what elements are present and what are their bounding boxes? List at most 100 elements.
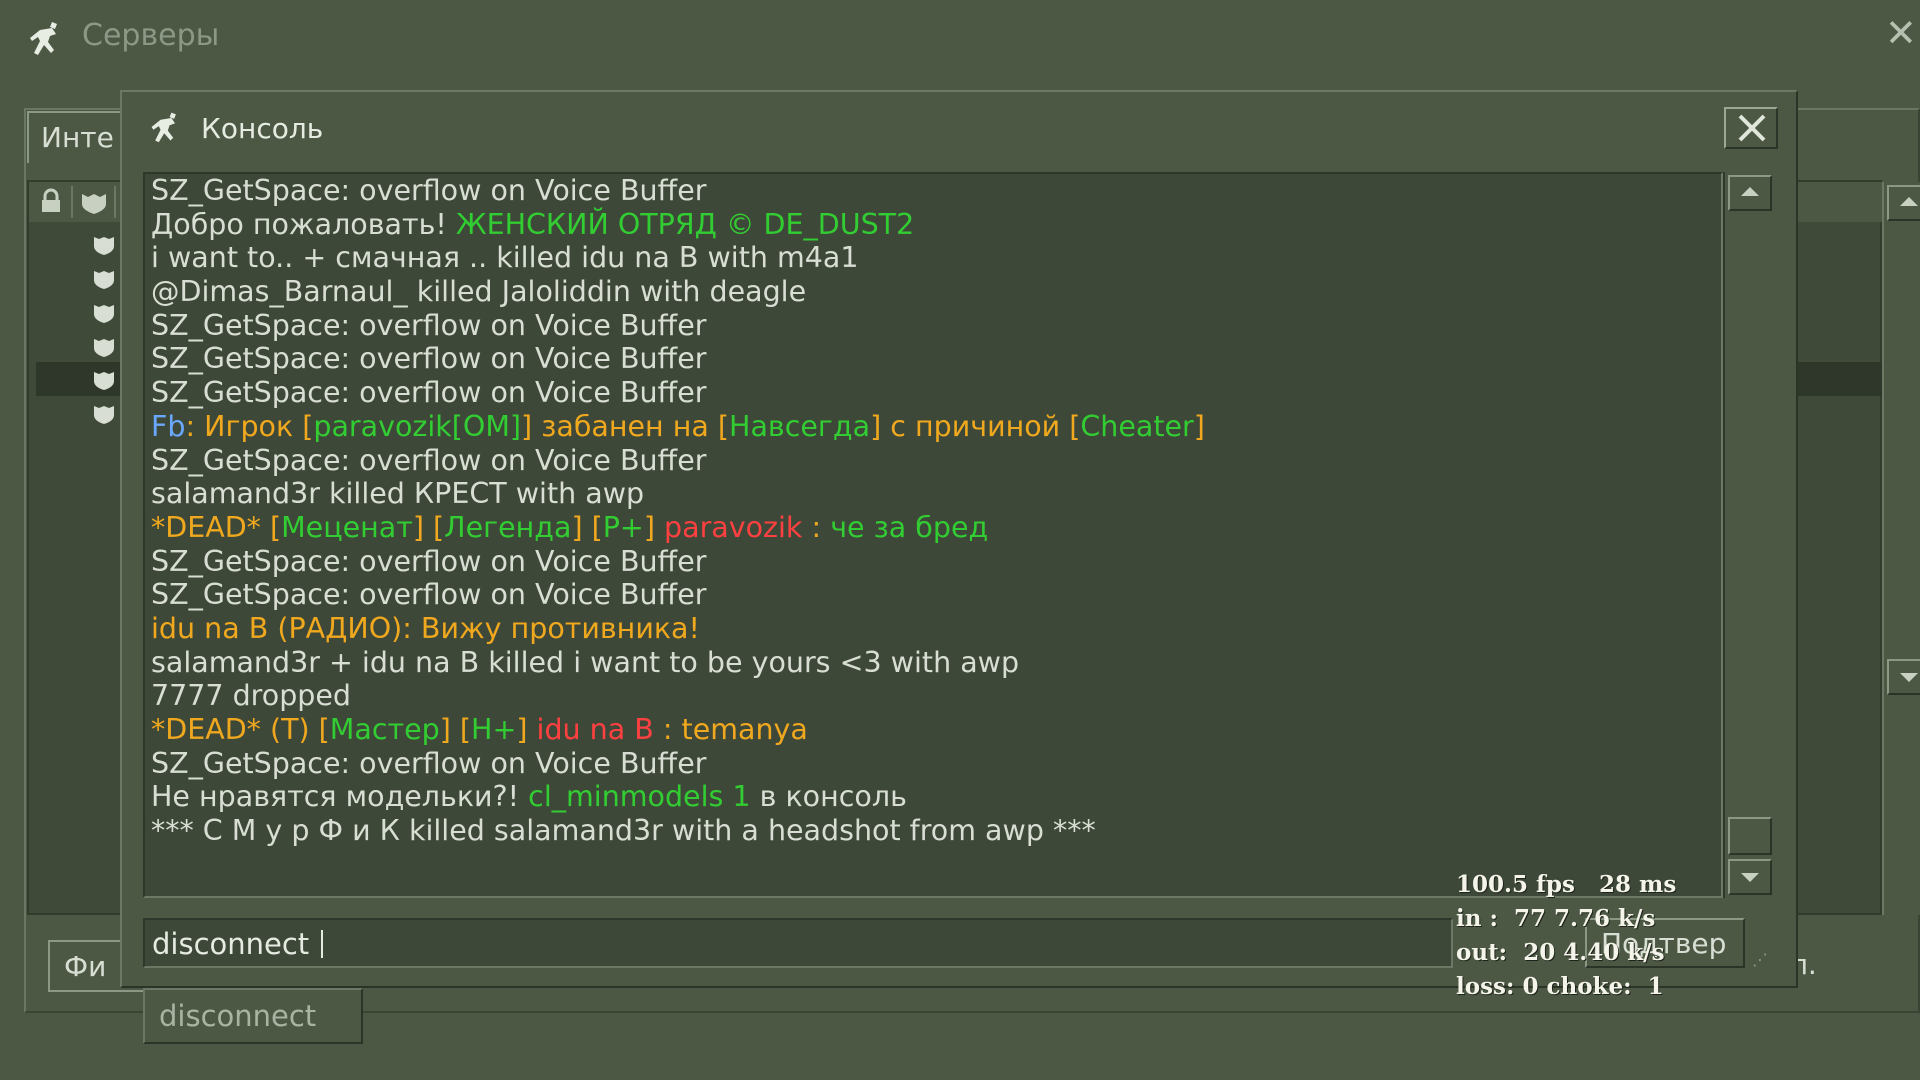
- net-graph-in: in : 77 7.76 k/s: [1456, 905, 1656, 932]
- console-line: *** С М у р Ф и К killed salamand3r with…: [151, 814, 1205, 848]
- console-text-segment: ] забанен на [: [521, 409, 730, 443]
- shield-icon: [94, 271, 114, 289]
- console-text-segment: ] [: [439, 713, 472, 746]
- console-text-segment: Легенда: [444, 510, 572, 544]
- shield-icon: [94, 339, 114, 357]
- background-window-title: Серверы: [82, 18, 220, 53]
- console-line: *DEAD* [Меценат] [Легенда] [P+] paravozi…: [151, 511, 1205, 545]
- net-graph-fps: 100.5 fps: [1456, 871, 1575, 898]
- console-text-segment: cl_minmodels 1: [528, 780, 751, 814]
- console-text-segment: @Dimas_Barnaul_ killed Jaloliddin with d…: [151, 275, 807, 309]
- shield-icon: [94, 372, 114, 390]
- console-close-button[interactable]: [1724, 107, 1778, 149]
- console-line: SZ_GetSpace: overflow on Voice Buffer: [151, 444, 1205, 478]
- autocomplete-suggestion[interactable]: disconnect: [143, 988, 363, 1044]
- close-icon: [1738, 114, 1766, 142]
- console-line: salamand3r killed КРЕСТ with awp: [151, 477, 1205, 511]
- console-text-segment: Не нравятся модельки?!: [151, 780, 529, 814]
- console-text-segment: paravozik[OM]: [313, 409, 522, 443]
- shield-icon: [82, 194, 106, 214]
- console-line: Fb: Игрок [paravozik[OM]] забанен на [На…: [151, 410, 1205, 444]
- console-line: Не нравятся модельки?! cl_minmodels 1 в …: [151, 780, 1205, 814]
- console-text-segment: ЖЕНСКИЙ ОТРЯД © DE_DUST2: [455, 207, 915, 241]
- console-text-segment: SZ_GetSpace: overflow on Voice Buffer: [151, 308, 707, 342]
- console-line: Добро пожаловать! ЖЕНСКИЙ ОТРЯД © DE_DUS…: [151, 208, 1205, 242]
- console-line: *DEAD* (T) [Мастер] [H+] idu na B : tema…: [151, 713, 1205, 747]
- console-text-segment: SZ_GetSpace: overflow on Voice Buffer: [151, 746, 707, 780]
- scroll-thumb[interactable]: [1728, 817, 1772, 855]
- scroll-down-button[interactable]: [1887, 659, 1920, 695]
- background-close-icon[interactable]: ✕: [1885, 14, 1917, 52]
- console-line: @Dimas_Barnaul_ killed Jaloliddin with d…: [151, 275, 1205, 309]
- arrow-up-icon: [1900, 197, 1918, 206]
- console-line: i want to.. + смачная .. killed idu na B…: [151, 241, 1205, 275]
- console-line: SZ_GetSpace: overflow on Voice Buffer: [151, 174, 1205, 208]
- console-text-segment: SZ_GetSpace: overflow on Voice Buffer: [151, 578, 707, 612]
- console-text-segment: ]: [516, 713, 537, 746]
- console-text-segment: SZ_GetSpace: overflow on Voice Buffer: [151, 376, 707, 410]
- console-line: SZ_GetSpace: overflow on Voice Buffer: [151, 578, 1205, 612]
- console-text-segment: ] [: [412, 510, 445, 544]
- console-text-segment: salamand3r killed КРЕСТ with awp: [151, 477, 645, 511]
- resize-grip-icon[interactable]: ⋰: [1752, 950, 1768, 969]
- console-text-segment: idu na B (РАДИО): Вижу противника!: [151, 611, 700, 645]
- console-line: SZ_GetSpace: overflow on Voice Buffer: [151, 309, 1205, 343]
- console-line: SZ_GetSpace: overflow on Voice Buffer: [151, 342, 1205, 376]
- console-text-segment: Мастер: [329, 713, 440, 746]
- net-graph-out: out: 20 4.40 k/s: [1456, 939, 1665, 966]
- console-lines: SZ_GetSpace: overflow on Voice Buffer Доб…: [151, 174, 1205, 848]
- net-graph-loss: loss: 0 choke: 1: [1456, 973, 1664, 1000]
- arrow-down-icon: [1900, 673, 1918, 682]
- net-graph: 100.5 fps 28 ms in : 77 7.76 k/s out: 20…: [1456, 868, 1676, 1004]
- console-text-segment: P+: [602, 510, 644, 544]
- console-line: SZ_GetSpace: overflow on Voice Buffer: [151, 545, 1205, 579]
- console-line: 7777 dropped: [151, 679, 1205, 713]
- shield-icon: [94, 237, 114, 255]
- console-text-segment: Fb: [151, 409, 186, 443]
- console-scrollbar[interactable]: [1723, 172, 1775, 898]
- console-text-segment: SZ_GetSpace: overflow on Voice Buffer: [151, 443, 707, 477]
- console-line: salamand3r + idu na B killed i want to b…: [151, 646, 1205, 680]
- shield-icon: [94, 305, 114, 323]
- counter-strike-runner-icon: [151, 112, 176, 143]
- console-text-segment: : temanya: [653, 713, 808, 746]
- console-text-segment: че за бред: [830, 510, 989, 544]
- console-text-segment: i want to.. + смачная .. killed idu na B…: [151, 241, 859, 275]
- console-text-segment: paravozik: [664, 510, 803, 544]
- console-text-segment: : Игрок [: [185, 409, 314, 443]
- command-text: disconnect: [152, 927, 319, 961]
- lock-icon: [42, 188, 60, 212]
- scroll-down-button[interactable]: [1728, 859, 1772, 895]
- console-text-segment: Cheater: [1080, 409, 1194, 443]
- console-text-segment: в консоль: [750, 780, 907, 814]
- console-text-segment: *** С М у р Ф и К killed salamand3r with…: [151, 814, 1096, 848]
- console-line: idu na B (РАДИО): Вижу противника!: [151, 612, 1205, 646]
- arrow-up-icon: [1741, 187, 1759, 196]
- console-line: SZ_GetSpace: overflow on Voice Buffer: [151, 376, 1205, 410]
- console-text-segment: H+: [471, 713, 517, 746]
- console-text-segment: :: [802, 510, 831, 544]
- console-command-input[interactable]: disconnect: [143, 918, 1453, 968]
- console-text-segment: ] [: [571, 510, 603, 544]
- console-text-segment: Добро пожаловать!: [151, 207, 456, 241]
- console-text-segment: ] с причиной [: [870, 409, 1081, 443]
- lock-column-header[interactable]: [31, 186, 73, 218]
- console-text-segment: *DEAD* [: [151, 510, 282, 544]
- console-text-segment: ]: [1193, 409, 1205, 443]
- console-text-segment: Меценат: [281, 510, 413, 544]
- console-text-segment: SZ_GetSpace: overflow on Voice Buffer: [151, 342, 707, 376]
- scroll-up-button[interactable]: [1728, 175, 1772, 211]
- arrow-down-icon: [1741, 873, 1759, 882]
- console-text-segment: salamand3r + idu na B killed i want to b…: [151, 645, 1020, 679]
- console-text-segment: SZ_GetSpace: overflow on Voice Buffer: [151, 544, 707, 578]
- console-text-segment: SZ_GetSpace: overflow on Voice Buffer: [151, 174, 707, 207]
- console-text-segment: idu na B: [536, 713, 654, 746]
- console-output[interactable]: SZ_GetSpace: overflow on Voice Buffer Доб…: [143, 172, 1723, 898]
- shield-icon: [94, 406, 114, 424]
- shield-column-header[interactable]: [74, 186, 116, 218]
- console-text-segment: Навсегда: [729, 409, 871, 443]
- server-list-scrollbar[interactable]: [1882, 182, 1920, 915]
- net-graph-ping: 28 ms: [1598, 871, 1677, 898]
- scroll-up-button[interactable]: [1887, 185, 1920, 221]
- tab-internet[interactable]: Инте: [27, 111, 127, 163]
